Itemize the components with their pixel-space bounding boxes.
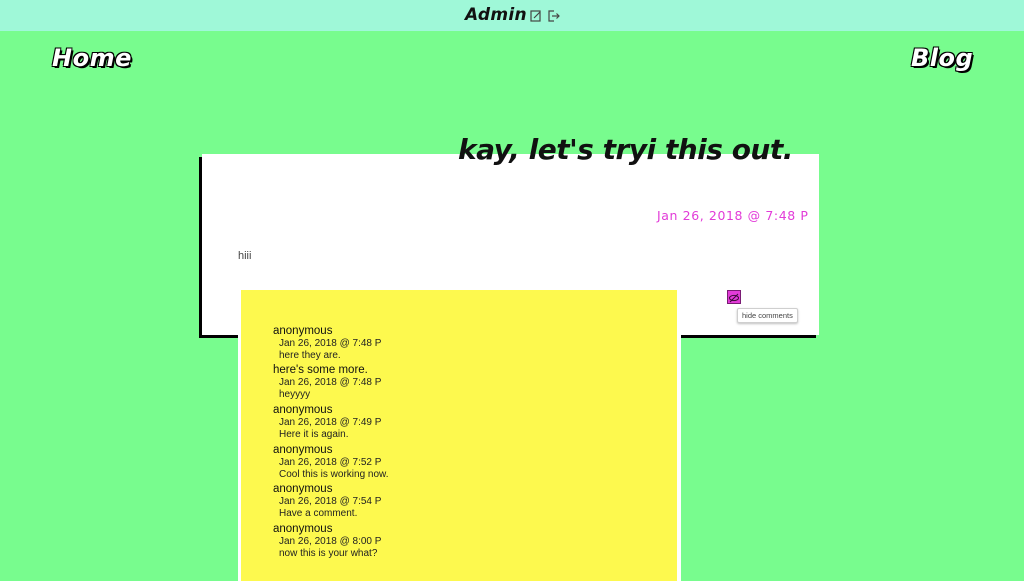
comment-item: anonymous Jan 26, 2018 @ 7:52 P Cool thi… xyxy=(273,443,389,481)
comment-date: Jan 26, 2018 @ 7:52 P xyxy=(279,457,382,468)
hide-comments-tooltip: hide comments xyxy=(737,308,798,323)
post-date: Jan 26, 2018 @ 7:48 P xyxy=(657,208,809,223)
comment-text: heyyyy xyxy=(279,389,311,400)
nav-blog-link[interactable]: Blog xyxy=(911,44,973,72)
comment-text: Here it is again. xyxy=(279,429,349,440)
comment-author: here's some more. xyxy=(273,364,368,376)
post-title: kay, let's tryi this out. xyxy=(458,133,793,166)
admin-bar: Admin xyxy=(0,0,1024,31)
comment-text: Cool this is working now. xyxy=(279,469,389,480)
admin-title[interactable]: Admin xyxy=(465,5,527,25)
comment-date: Jan 26, 2018 @ 7:48 P xyxy=(279,377,382,388)
comment-text: Have a comment. xyxy=(279,508,358,519)
comment-item: anonymous Jan 26, 2018 @ 8:00 P now this… xyxy=(273,522,381,560)
comment-date: Jan 26, 2018 @ 7:49 P xyxy=(279,417,382,428)
comment-item: anonymous Jan 26, 2018 @ 7:54 P Have a c… xyxy=(273,482,381,520)
comment-text: now this is your what? xyxy=(279,548,378,559)
comment-item: anonymous Jan 26, 2018 @ 7:49 P Here it … xyxy=(273,403,381,441)
nav-home-link[interactable]: Home xyxy=(52,44,132,72)
hide-comments-button[interactable] xyxy=(727,290,741,304)
comment-item: anonymous Jan 26, 2018 @ 7:48 P here the… xyxy=(273,324,381,362)
comment-item: here's some more. Jan 26, 2018 @ 7:48 P … xyxy=(273,363,381,401)
comment-author: anonymous xyxy=(273,523,333,535)
comment-author: anonymous xyxy=(273,404,333,416)
edit-icon[interactable] xyxy=(529,9,543,23)
hide-eye-icon xyxy=(729,293,739,303)
comment-text: here they are. xyxy=(279,350,341,361)
comment-author: anonymous xyxy=(273,483,333,495)
logout-icon[interactable] xyxy=(547,9,561,23)
post-body: hiii xyxy=(238,250,252,262)
comment-date: Jan 26, 2018 @ 7:48 P xyxy=(279,338,382,349)
comments-panel: anonymous Jan 26, 2018 @ 7:48 P here the… xyxy=(238,290,681,581)
comment-date: Jan 26, 2018 @ 7:54 P xyxy=(279,496,382,507)
comment-author: anonymous xyxy=(273,444,333,456)
comment-date: Jan 26, 2018 @ 8:00 P xyxy=(279,536,382,547)
comment-author: anonymous xyxy=(273,325,333,337)
